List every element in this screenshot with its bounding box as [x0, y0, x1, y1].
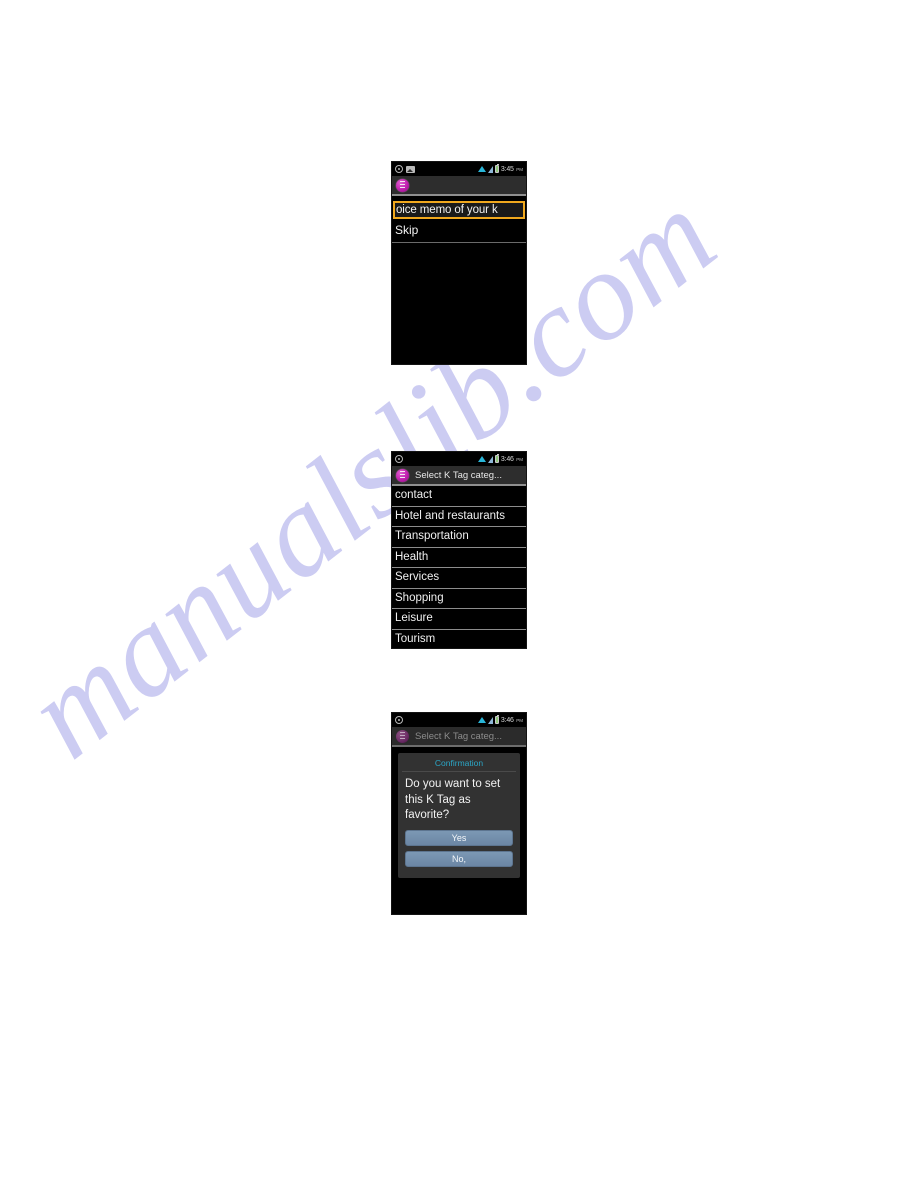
category-label: Shopping	[395, 591, 444, 604]
photo-icon	[406, 165, 415, 173]
screen-content: oice memo of your k Skip	[392, 201, 526, 243]
no-button-label: No,	[451, 853, 466, 864]
category-label: Hotel and restaurants	[395, 509, 505, 522]
category-list: contact Hotel and restaurants Transporta…	[392, 486, 526, 649]
status-bar-right-icons: 3:45 PM	[477, 164, 523, 173]
status-bar: 3:46 PM	[392, 713, 526, 727]
wifi-icon	[477, 717, 486, 723]
category-label: contact	[395, 489, 433, 502]
signal-icon	[487, 455, 493, 463]
action-bar: Select K Tag categ...	[392, 466, 526, 486]
confirmation-dialog: Confirmation Do you want to set this K T…	[398, 753, 520, 878]
list-item[interactable]: Tourism	[392, 630, 526, 649]
action-bar-title: Select K Tag categ...	[415, 730, 502, 742]
target-icon	[395, 716, 403, 724]
yes-button[interactable]: Yes	[405, 829, 513, 846]
category-label: Transportation	[395, 530, 469, 543]
status-bar-ampm: PM	[516, 456, 523, 462]
status-bar-left-icons	[395, 716, 403, 724]
battery-icon	[494, 454, 499, 463]
battery-icon	[494, 715, 499, 724]
skip-label: Skip	[395, 223, 419, 237]
dialog-message: Do you want to set this K Tag as favorit…	[405, 778, 501, 821]
status-bar: 3:46 PM	[392, 452, 526, 466]
screenshot-voice-memo: 3:45 PM oice memo of your k Skip	[391, 161, 527, 365]
status-bar-ampm: PM	[516, 166, 523, 172]
category-label: Leisure	[395, 612, 433, 625]
voice-memo-input[interactable]: oice memo of your k	[393, 201, 525, 219]
signal-icon	[487, 165, 493, 173]
category-label: Services	[395, 571, 440, 584]
status-bar-time: 3:46	[500, 455, 514, 463]
status-bar-time: 3:45	[500, 165, 514, 173]
list-item[interactable]: Transportation	[392, 527, 526, 548]
status-bar: 3:45 PM	[392, 162, 526, 176]
screenshot-category-list: 3:46 PM Select K Tag categ... contact Ho…	[391, 451, 527, 649]
action-bar-title: Select K Tag categ...	[415, 469, 502, 481]
status-bar-right-icons: 3:46 PM	[477, 454, 523, 463]
k-tag-app-icon[interactable]	[396, 468, 409, 482]
target-icon	[395, 455, 403, 463]
no-button[interactable]: No,	[405, 850, 513, 867]
k-tag-app-icon	[396, 729, 409, 743]
status-bar-right-icons: 3:46 PM	[477, 715, 523, 724]
voice-memo-field-wrapper: oice memo of your k	[393, 201, 525, 219]
list-item[interactable]: Leisure	[392, 609, 526, 630]
category-label: Tourism	[395, 632, 436, 645]
screen-content-dimmed: Confirmation Do you want to set this K T…	[392, 747, 526, 878]
action-bar: Select K Tag categ...	[392, 727, 526, 747]
status-bar-ampm: PM	[516, 717, 523, 723]
list-item[interactable]: Hotel and restaurants	[392, 507, 526, 527]
status-bar-time: 3:46	[500, 716, 514, 724]
screenshot-confirmation-dialog: 3:46 PM Select K Tag categ... Confirmati…	[391, 712, 527, 915]
wifi-icon	[477, 456, 486, 462]
action-bar	[392, 176, 526, 196]
watermark-text: manualslib.com	[0, 162, 741, 785]
target-icon	[395, 165, 403, 173]
wifi-icon	[477, 166, 486, 172]
list-item[interactable]: Shopping	[392, 589, 526, 609]
battery-icon	[494, 164, 499, 173]
list-item[interactable]: contact	[392, 486, 526, 507]
skip-button[interactable]: Skip	[392, 219, 526, 243]
list-item[interactable]: Services	[392, 568, 526, 589]
status-bar-left-icons	[395, 165, 415, 173]
category-label: Health	[395, 550, 429, 563]
voice-memo-input-value: oice memo of your k	[396, 203, 498, 216]
yes-button-label: Yes	[451, 832, 467, 843]
list-item[interactable]: Health	[392, 548, 526, 568]
k-tag-app-icon[interactable]	[396, 178, 409, 192]
signal-icon	[487, 716, 493, 724]
status-bar-left-icons	[395, 455, 403, 463]
dialog-title: Confirmation	[402, 758, 516, 772]
